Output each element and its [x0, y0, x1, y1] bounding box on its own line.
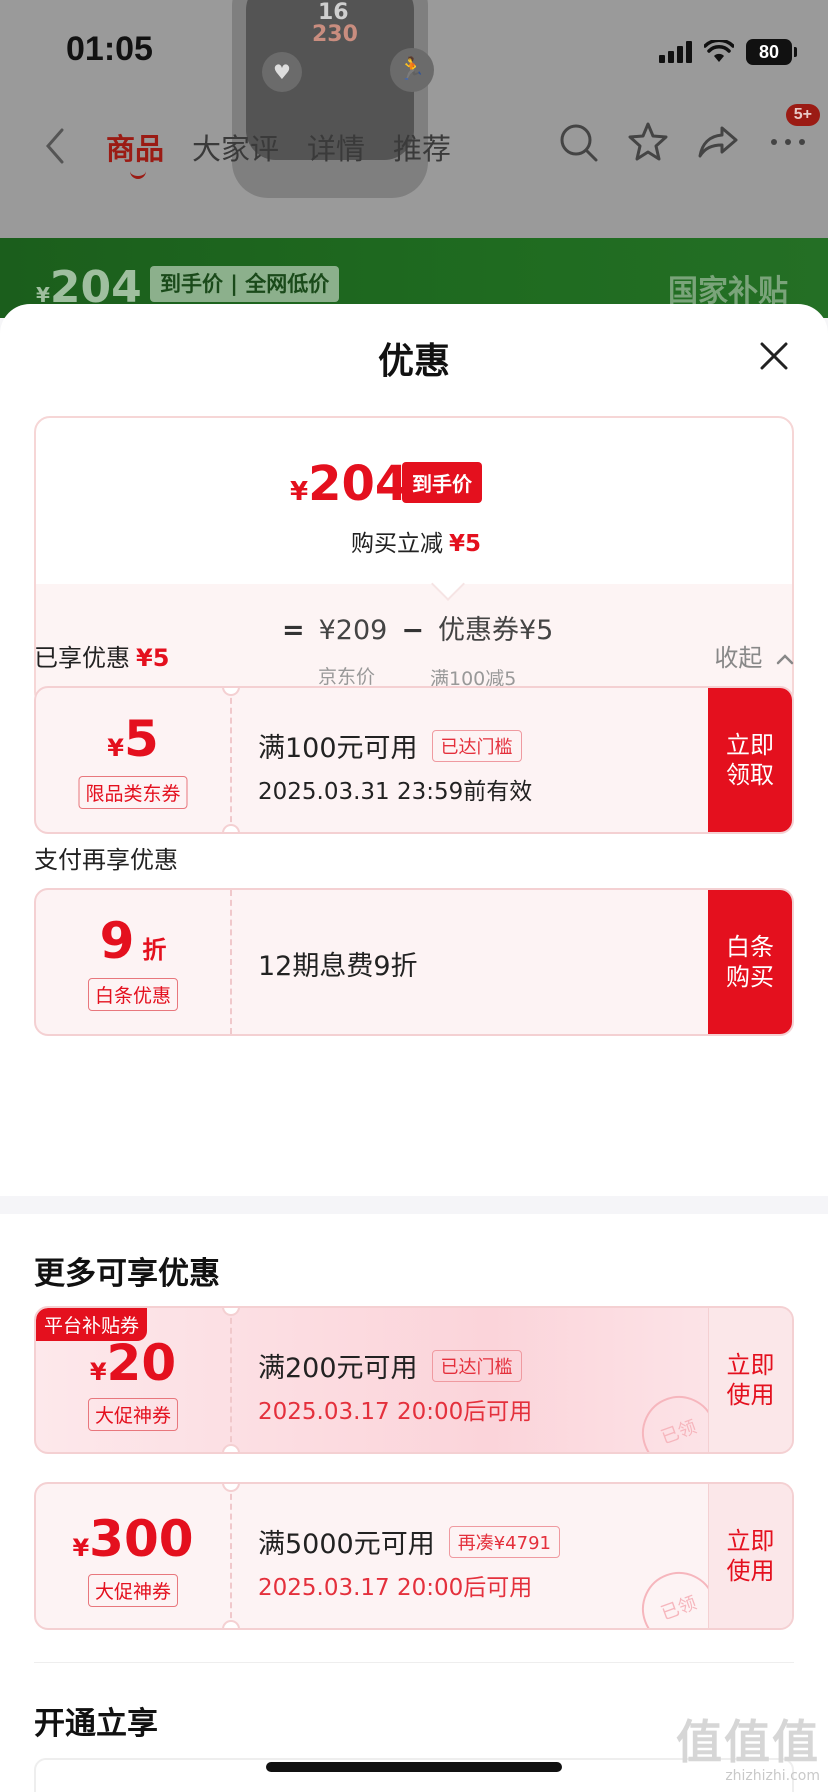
- coupon-divider: [230, 1484, 232, 1628]
- close-icon[interactable]: [758, 340, 790, 372]
- baitiao-offer-card: 9折 白条优惠 12期息费9折 白条购买: [34, 888, 794, 1036]
- coupon-divider: [230, 1308, 232, 1452]
- coupon-amount: ¥5: [36, 710, 230, 768]
- tab-reviews[interactable]: 大家评: [192, 126, 279, 168]
- coupon-divider: [230, 688, 232, 832]
- coupon-type-label: 白条优惠: [87, 978, 179, 1011]
- platform-subsidy-tag: 平台补贴券: [36, 1308, 148, 1341]
- final-price-value: 204: [308, 456, 409, 512]
- coupon-type-label: 大促神券: [87, 1574, 179, 1607]
- search-icon[interactable]: [556, 120, 600, 164]
- signal-icon: [659, 41, 692, 63]
- collapse-button[interactable]: 收起: [714, 638, 794, 673]
- more-icon[interactable]: 5+: [766, 104, 820, 164]
- tab-details[interactable]: 详情: [307, 126, 365, 168]
- final-price: ¥204: [290, 456, 408, 512]
- chevron-up-icon: [776, 654, 794, 665]
- coupon-value-area: ¥5 限品类东券: [36, 688, 230, 832]
- instant-cut-amount: ¥5: [448, 531, 481, 557]
- use-coupon-label: 立即使用: [726, 1527, 775, 1585]
- coupon-amount-value: 300: [89, 1510, 194, 1568]
- top-nav: 商品 大家评 详情 推荐 5+: [0, 104, 828, 179]
- claim-coupon-label: 立即领取: [726, 731, 774, 789]
- threshold-chip: 已达门槛: [431, 1349, 522, 1382]
- coupon-validity: 2025.03.17 20:00后可用: [258, 1575, 533, 1601]
- coupon-card: ¥5 限品类东券 满100元可用 已达门槛 2025.03.31 23:59前有…: [34, 686, 794, 834]
- coupon-type-label: 大促神券: [87, 1398, 179, 1431]
- coupon-validity: 2025.03.17 20:00后可用: [258, 1399, 533, 1425]
- coupon-amount-value: 5: [123, 710, 159, 768]
- coupon-condition: 满100元可用 已达门槛: [258, 726, 522, 765]
- baitiao-buy-label: 白条购买: [726, 933, 774, 991]
- claim-coupon-button[interactable]: 立即领取: [708, 688, 792, 832]
- enjoyed-amount: ¥5: [136, 644, 170, 672]
- nav-tabs: 商品 大家评 详情 推荐: [106, 126, 451, 179]
- baitiao-buy-button[interactable]: 白条购买: [708, 890, 792, 1034]
- back-icon[interactable]: [40, 124, 70, 168]
- nav-actions: 5+: [556, 104, 820, 164]
- coupon-card: ¥20 大促神券 平台补贴券 满200元可用 已达门槛 2025.03.17 2…: [34, 1306, 794, 1454]
- status-icons: 80: [659, 36, 797, 68]
- coupon-currency: ¥: [107, 734, 124, 762]
- pay-discount-heading: 支付再享优惠: [34, 840, 794, 875]
- coupon-condition-text: 满5000元可用: [258, 1529, 435, 1560]
- coupon-condition-text: 满200元可用: [258, 1353, 418, 1384]
- add-more-chip: 再凑¥4791: [448, 1525, 560, 1558]
- section-separator: [0, 1196, 828, 1214]
- status-time: 01:05: [66, 30, 153, 68]
- coupon-condition: 满200元可用 已达门槛: [258, 1346, 522, 1385]
- coupon-condition-text: 满100元可用: [258, 733, 418, 764]
- use-coupon-button[interactable]: 立即使用: [708, 1484, 792, 1628]
- coupon-currency: ¥: [72, 1534, 90, 1562]
- discount-sheet: 优惠 ¥204 到手价 购买立减 ¥5 = ¥209 − 优惠券¥5 京东价 满1…: [0, 304, 828, 1792]
- enjoyed-label: 已享优惠: [34, 644, 130, 672]
- discount-rate-value: 9: [99, 912, 135, 970]
- coupon-amount: ¥300: [36, 1510, 230, 1568]
- coupon-value-area: ¥300 大促神券: [36, 1484, 230, 1628]
- runner-icon: 🏃: [390, 48, 434, 92]
- discount-rate: 9折: [36, 912, 230, 970]
- pay-discount-label: 支付再享优惠: [34, 846, 178, 874]
- tab-recommend[interactable]: 推荐: [393, 126, 451, 168]
- coupon-amount-value: 20: [106, 1334, 177, 1392]
- enjoyed-discount-row: 已享优惠 ¥5 收起: [34, 638, 794, 673]
- open-membership-title: 开通立享: [34, 1706, 158, 1742]
- coupon-validity: 2025.03.31 23:59前有效: [258, 779, 533, 805]
- coupon-divider: [230, 890, 232, 1034]
- discount-rate-unit: 折: [142, 936, 167, 964]
- section-divider: [34, 1662, 794, 1663]
- coupon-condition: 满5000元可用 再凑¥4791: [258, 1522, 560, 1561]
- installment-text: 12期息费9折: [258, 951, 418, 982]
- coupon-currency: ¥: [89, 1358, 107, 1386]
- instant-cut-label: 购买立减: [350, 531, 443, 557]
- instant-cut: 购买立减 ¥5: [36, 524, 792, 558]
- wifi-icon: [704, 40, 734, 62]
- battery-icon: 80: [746, 39, 797, 65]
- coupon-value-area: 9折 白条优惠: [36, 890, 230, 1034]
- star-icon[interactable]: [626, 120, 670, 164]
- final-price-currency: ¥: [290, 477, 309, 507]
- more-discounts-title: 更多可享优惠: [34, 1256, 220, 1292]
- watermark-logo: 值值值: [676, 1715, 820, 1769]
- share-icon[interactable]: [696, 120, 740, 164]
- coupon-type-label: 限品类东券: [78, 776, 188, 809]
- final-price-tag: 到手价: [402, 462, 482, 503]
- coupon-card: ¥300 大促神券 满5000元可用 再凑¥4791 2025.03.17 20…: [34, 1482, 794, 1630]
- use-coupon-button[interactable]: 立即使用: [708, 1308, 792, 1452]
- coupon-amount: ¥20: [36, 1334, 230, 1392]
- threshold-chip: 已达门槛: [431, 729, 522, 762]
- more-badge: 5+: [785, 104, 820, 126]
- banner-tag: 到手价 | 全网低价: [150, 266, 340, 302]
- use-coupon-label: 立即使用: [726, 1351, 775, 1409]
- site-watermark: 值值值 zhizhizhi.com: [676, 1706, 820, 1784]
- sheet-title: 优惠: [377, 341, 450, 382]
- heart-icon: ♥: [262, 52, 302, 92]
- tab-product[interactable]: 商品: [106, 126, 164, 179]
- collapse-label: 收起: [714, 644, 763, 672]
- watch-number-bottom: 230: [312, 22, 358, 47]
- product-image-area: 16 230 ♥ 🏃 01:05 80 商品 大家评 详情 推荐 5+: [0, 0, 828, 240]
- home-indicator: [266, 1762, 562, 1772]
